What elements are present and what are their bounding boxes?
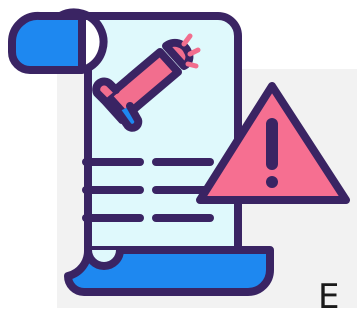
icon-canvas: E bbox=[0, 0, 357, 314]
announcement-warning-icon bbox=[7, 8, 350, 296]
corner-text: E bbox=[318, 277, 340, 317]
